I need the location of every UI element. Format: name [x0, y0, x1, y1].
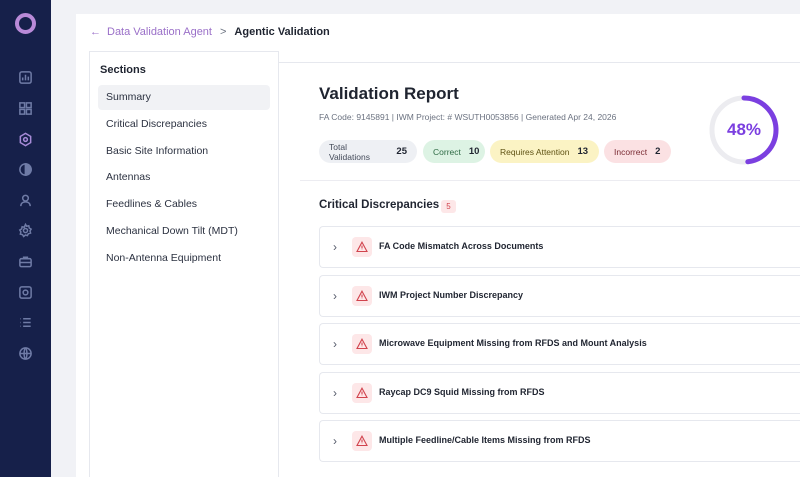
stat-incorrect-label: Incorrect: [614, 146, 648, 157]
score-value: 48%: [726, 120, 762, 139]
discrepancy-card[interactable]: › FA Code Mismatch Across Documents: [319, 226, 800, 268]
section-item-summary[interactable]: Summary: [98, 85, 270, 110]
breadcrumb-separator: >: [219, 26, 227, 38]
globe-icon[interactable]: [17, 345, 34, 362]
report-meta: FA Code: 9145891 | IWM Project: # WSUTH0…: [319, 112, 617, 122]
camera-icon[interactable]: [17, 284, 34, 301]
app-logo[interactable]: [15, 13, 36, 34]
section-item-critical-discrepancies[interactable]: Critical Discrepancies: [98, 112, 270, 137]
warning-icon: [352, 334, 372, 354]
discrepancy-card[interactable]: › Raycap DC9 Squid Missing from RFDS: [319, 372, 800, 414]
stat-total-label: Total Validations: [329, 141, 370, 162]
sections-heading: Sections: [100, 64, 146, 76]
discrepancy-label: Microwave Equipment Missing from RFDS an…: [379, 338, 647, 348]
stat-correct[interactable]: Correct 10: [423, 140, 485, 163]
chevron-right-icon[interactable]: ›: [333, 240, 343, 254]
settings-icon[interactable]: [17, 222, 34, 239]
stat-attention-value: 13: [577, 146, 589, 157]
user-icon[interactable]: [17, 192, 34, 209]
stat-requires-attention[interactable]: Requires Attention 13: [490, 140, 599, 163]
hexagon-icon[interactable]: [17, 131, 34, 148]
stat-correct-label: Correct: [433, 146, 461, 157]
sections-sidebar: Sections Summary Critical Discrepancies …: [89, 51, 279, 477]
chevron-right-icon[interactable]: ›: [333, 434, 343, 448]
stat-incorrect-value: 2: [655, 146, 661, 157]
warning-icon: [352, 237, 372, 257]
section-item-non-antenna-equipment[interactable]: Non-Antenna Equipment: [98, 246, 270, 271]
stat-correct-value: 10: [468, 146, 480, 157]
stat-incorrect[interactable]: Incorrect 2: [604, 140, 671, 163]
discrepancy-label: FA Code Mismatch Across Documents: [379, 241, 544, 251]
discrepancy-card[interactable]: › Multiple Feedline/Cable Items Missing …: [319, 420, 800, 462]
warning-icon: [352, 431, 372, 451]
stat-total-validations[interactable]: Total Validations 25: [319, 140, 417, 163]
list-icon[interactable]: [17, 314, 34, 331]
breadcrumb: ← Data Validation Agent > Agentic Valida…: [90, 26, 330, 38]
discrepancy-card[interactable]: › Microwave Equipment Missing from RFDS …: [319, 323, 800, 365]
breadcrumb-current: Agentic Validation: [234, 26, 330, 38]
breadcrumb-parent-link[interactable]: Data Validation Agent: [107, 26, 212, 38]
stat-attention-label: Requires Attention: [500, 146, 570, 157]
chart-icon[interactable]: [17, 69, 34, 86]
score-gauge: 48%: [707, 93, 781, 167]
critical-discrepancies-title: Critical Discrepancies: [319, 199, 440, 211]
section-item-mechanical-down-tilt[interactable]: Mechanical Down Tilt (MDT): [98, 219, 270, 244]
briefcase-icon[interactable]: [17, 253, 34, 270]
chevron-right-icon[interactable]: ›: [333, 337, 343, 351]
section-item-feedlines-cables[interactable]: Feedlines & Cables: [98, 192, 270, 217]
grid-icon[interactable]: [17, 100, 34, 117]
discrepancy-label: IWM Project Number Discrepancy: [379, 290, 524, 300]
back-arrow-icon[interactable]: ←: [90, 26, 101, 38]
contrast-icon[interactable]: [17, 161, 34, 178]
chevron-right-icon[interactable]: ›: [333, 289, 343, 303]
stat-total-value: 25: [396, 146, 407, 157]
discrepancy-label: Multiple Feedline/Cable Items Missing fr…: [379, 435, 591, 445]
chevron-right-icon[interactable]: ›: [333, 386, 343, 400]
section-item-antennas[interactable]: Antennas: [98, 165, 270, 190]
section-item-basic-site-information[interactable]: Basic Site Information: [98, 139, 270, 164]
section-divider: [300, 180, 800, 181]
critical-count-badge: 5: [441, 200, 456, 213]
report-title: Validation Report: [319, 84, 459, 103]
discrepancy-label: Raycap DC9 Squid Missing from RFDS: [379, 387, 545, 397]
nav-rail: [0, 0, 51, 477]
warning-icon: [352, 286, 372, 306]
warning-icon: [352, 383, 372, 403]
discrepancy-card[interactable]: › IWM Project Number Discrepancy: [319, 275, 800, 317]
